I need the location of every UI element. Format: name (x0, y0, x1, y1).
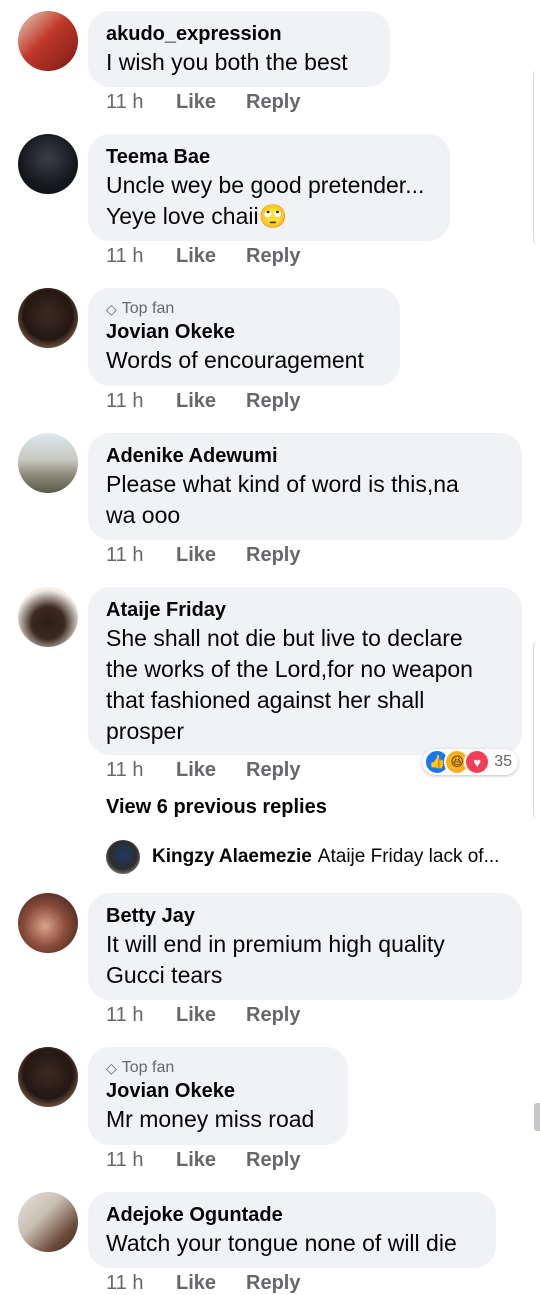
like-button[interactable]: Like (176, 759, 246, 782)
reply-button[interactable]: Reply (246, 759, 300, 782)
comment-actions: 11 h Like Reply (106, 1004, 300, 1027)
avatar[interactable] (18, 1047, 78, 1107)
avatar[interactable] (18, 433, 78, 493)
reply-button[interactable]: Reply (246, 245, 300, 268)
avatar[interactable] (18, 587, 78, 647)
reply-preview[interactable]: Kingzy Alaemezie Ataije Friday lack of..… (106, 840, 499, 874)
comment-actions: 11 h Like Reply (106, 1272, 300, 1295)
avatar[interactable] (18, 134, 78, 194)
reply-button[interactable]: Reply (246, 91, 300, 114)
comment-bubble[interactable]: ◇ Top fan Jovian Okeke Words of encourag… (88, 288, 400, 386)
comment-text: prosper (106, 718, 184, 744)
comment-bubble[interactable]: akudo_expression I wish you both the bes… (88, 11, 390, 87)
comment-actions: 11 h Like Reply (106, 544, 300, 567)
comment-text: Watch your tongue none of will die (106, 1230, 457, 1256)
comment-time[interactable]: 11 h (106, 91, 176, 114)
top-fan-badge: ◇ Top fan (106, 300, 382, 318)
reaction-count: 35 (494, 753, 512, 770)
diamond-icon: ◇ (106, 1059, 117, 1076)
comment-bubble[interactable]: Teema Bae Uncle wey be good pretender...… (88, 134, 450, 241)
like-button[interactable]: Like (176, 390, 246, 413)
comment-text: that fashioned against her shall (106, 687, 425, 713)
comment-author[interactable]: Jovian Okeke (106, 319, 382, 345)
comment-text: Please what kind of word is this,na (106, 471, 459, 497)
comment-author[interactable]: Jovian Okeke (106, 1078, 330, 1104)
love-reaction-icon: ♥ (464, 749, 491, 775)
comment-text: Words of encouragement (106, 347, 364, 373)
reply-button[interactable]: Reply (246, 1004, 300, 1027)
top-fan-badge: ◇ Top fan (106, 1059, 330, 1077)
comment-time[interactable]: 11 h (106, 759, 176, 782)
reaction-summary[interactable]: 👍 😆 ♥ 35 (422, 749, 518, 775)
adjacent-card-edge (533, 640, 540, 820)
comment-author[interactable]: akudo_expression (106, 21, 372, 47)
comment-text: Gucci tears (106, 962, 223, 988)
scrollbar[interactable] (534, 1103, 540, 1131)
comment-author[interactable]: Adejoke Oguntade (106, 1202, 478, 1228)
badge-label: Top fan (121, 300, 175, 317)
comment-actions: 11 h Like Reply (106, 245, 300, 268)
comment-text: Mr money miss road (106, 1106, 315, 1132)
avatar[interactable] (18, 1192, 78, 1252)
like-button[interactable]: Like (176, 1272, 246, 1295)
comment-time[interactable]: 11 h (106, 1272, 176, 1295)
reply-button[interactable]: Reply (246, 544, 300, 567)
reply-button[interactable]: Reply (246, 1149, 300, 1172)
comment-time[interactable]: 11 h (106, 390, 176, 413)
comment-time[interactable]: 11 h (106, 1004, 176, 1027)
view-previous-replies-link[interactable]: View 6 previous replies (106, 796, 327, 819)
comment-text: She shall not die but live to declare (106, 625, 463, 651)
comment-time[interactable]: 11 h (106, 544, 176, 567)
comment-text: I wish you both the best (106, 49, 348, 75)
comment-author[interactable]: Betty Jay (106, 903, 504, 929)
comment-author[interactable]: Teema Bae (106, 144, 432, 170)
comment-actions: 11 h Like Reply (106, 91, 300, 114)
comment-actions: 11 h Like Reply (106, 390, 300, 413)
comment-actions: 11 h Like Reply (106, 1149, 300, 1172)
comment-text: the works of the Lord,for no weapon (106, 656, 473, 682)
diamond-icon: ◇ (106, 300, 117, 317)
avatar[interactable] (106, 840, 140, 874)
comment-bubble[interactable]: Betty Jay It will end in premium high qu… (88, 893, 522, 1000)
like-button[interactable]: Like (176, 544, 246, 567)
comment-text: Uncle wey be good pretender... (106, 172, 425, 198)
comment-time[interactable]: 11 h (106, 245, 176, 268)
reply-button[interactable]: Reply (246, 1272, 300, 1295)
avatar[interactable] (18, 288, 78, 348)
comment-bubble[interactable]: Ataije Friday She shall not die but live… (88, 587, 522, 755)
like-button[interactable]: Like (176, 1149, 246, 1172)
reply-snippet: Ataije Friday lack of... (317, 846, 500, 867)
comment-time[interactable]: 11 h (106, 1149, 176, 1172)
comment-actions: 11 h Like Reply (106, 759, 300, 782)
like-button[interactable]: Like (176, 245, 246, 268)
like-button[interactable]: Like (176, 91, 246, 114)
comment-author[interactable]: Ataije Friday (106, 597, 504, 623)
like-button[interactable]: Like (176, 1004, 246, 1027)
adjacent-card-edge (533, 70, 540, 245)
avatar[interactable] (18, 893, 78, 953)
comment-author[interactable]: Adenike Adewumi (106, 443, 504, 469)
badge-label: Top fan (121, 1059, 175, 1076)
comment-bubble[interactable]: Adejoke Oguntade Watch your tongue none … (88, 1192, 496, 1268)
reply-button[interactable]: Reply (246, 390, 300, 413)
comment-text: It will end in premium high quality (106, 931, 445, 957)
comment-text: wa ooo (106, 502, 181, 528)
avatar[interactable] (18, 11, 78, 71)
comment-bubble[interactable]: ◇ Top fan Jovian Okeke Mr money miss roa… (88, 1047, 348, 1145)
reply-author[interactable]: Kingzy Alaemezie (152, 846, 312, 868)
comment-bubble[interactable]: Adenike Adewumi Please what kind of word… (88, 433, 522, 540)
comment-text: Yeye love chaii🙄 (106, 203, 288, 229)
